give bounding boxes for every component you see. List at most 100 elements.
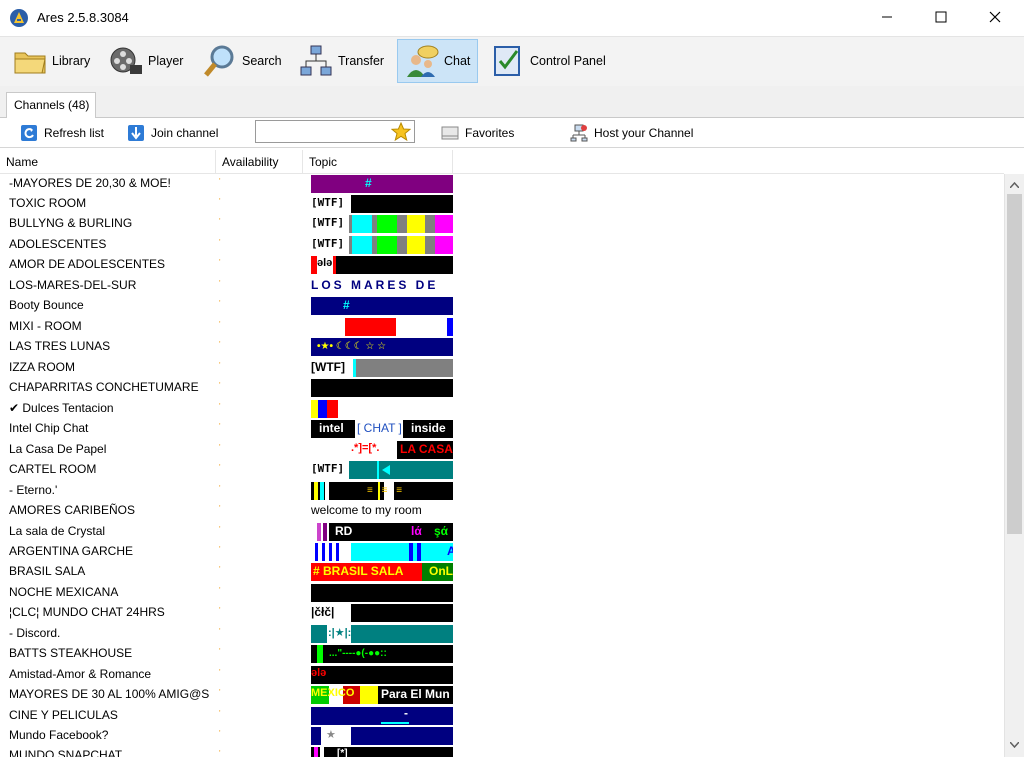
star-icon[interactable] <box>391 122 411 142</box>
table-row[interactable]: MIXI - ROOM ' <box>0 317 1004 337</box>
channel-topic <box>311 317 453 337</box>
close-button[interactable] <box>972 0 1018 34</box>
topic-text: [WTF] <box>311 462 345 475</box>
column-header-availability[interactable]: Availability <box>216 150 303 174</box>
refresh-list-button[interactable]: Refresh list <box>20 122 104 144</box>
channel-name: ADOLESCENTES <box>9 237 107 251</box>
availability-indicator: ' <box>219 709 221 718</box>
channel-topic: :|★|: <box>311 624 453 644</box>
table-row[interactable]: Intel Chip Chat ' intel [ CHAT ] inside <box>0 419 1004 439</box>
channel-topic: [*] <box>311 746 453 757</box>
availability-indicator: ' <box>219 258 221 267</box>
channel-name: BRASIL SALA <box>9 564 86 578</box>
channel-name: La Casa De Papel <box>9 442 107 456</box>
toolbar-transfer-button[interactable]: Transfer <box>292 39 390 83</box>
table-row[interactable]: LAS TRES LUNAS ' •★• ☾☾☾ ☆ ☆ <box>0 337 1004 357</box>
table-row[interactable]: TOXIC ROOM ' [WTF] <box>0 194 1004 214</box>
channel-topic <box>311 583 453 603</box>
table-row[interactable]: ✔ Dulces Tentacion ' <box>0 399 1004 419</box>
topic-text: A <box>447 544 453 558</box>
scroll-down-button[interactable] <box>1005 736 1024 753</box>
tab-channels[interactable]: Channels (48) <box>6 92 96 119</box>
chat-users-icon <box>407 45 439 77</box>
table-row[interactable]: BULLYNG & BURLING ' [WTF] <box>0 214 1004 234</box>
availability-indicator: ' <box>219 545 221 554</box>
table-row[interactable]: BATTS STEAKHOUSE ' ..."----●(-●●:: <box>0 644 1004 664</box>
channel-topic: ələ <box>311 665 453 685</box>
availability-indicator: ' <box>219 320 221 329</box>
table-row[interactable]: AMORES CARIBEÑOS ' welcome to my room <box>0 501 1004 521</box>
channel-topic: ★ <box>311 726 453 746</box>
channel-topic <box>311 378 453 398</box>
table-row[interactable]: -MAYORES DE 20,30 & MOE! ' # <box>0 174 1004 194</box>
channel-name: -MAYORES DE 20,30 & MOE! <box>9 176 171 190</box>
toolbar-player-button[interactable]: Player <box>102 39 189 83</box>
table-row[interactable]: IZZA ROOM ' [WTF] <box>0 358 1004 378</box>
maximize-icon <box>935 11 947 23</box>
channel-topic: - <box>311 706 453 726</box>
topic-text-c: inside <box>411 421 446 435</box>
table-row[interactable]: Booty Bounce ' # <box>0 296 1004 316</box>
table-row[interactable]: ADOLESCENTES ' [WTF] <box>0 235 1004 255</box>
table-row[interactable]: Amistad-Amor & Romance ' ələ <box>0 665 1004 685</box>
favorites-button[interactable]: Favorites <box>441 122 514 144</box>
table-row[interactable]: BRASIL SALA ' # BRASIL SALA OnL <box>0 562 1004 582</box>
main-toolbar: Library Player Search Transfer Chat Cont… <box>0 36 1024 86</box>
topic-text-b: Para El Mun <box>381 687 450 701</box>
toolbar-chat-button[interactable]: Chat <box>397 39 478 83</box>
title-bar: Ares 2.5.8.3084 <box>0 0 1024 36</box>
table-row[interactable]: - Discord. ' :|★|: <box>0 624 1004 644</box>
table-row[interactable]: Mundo Facebook? ' ★ <box>0 726 1004 746</box>
table-row[interactable]: CINE Y PELICULAS ' - <box>0 706 1004 726</box>
toolbar-search-label: Search <box>242 54 282 68</box>
table-row[interactable]: CARTEL ROOM ' [WTF] <box>0 460 1004 480</box>
table-row[interactable]: AMOR DE ADOLESCENTES ' ələ <box>0 255 1004 275</box>
table-row[interactable]: La Casa De Papel ' .*]=[*. LA CASA <box>0 440 1004 460</box>
topic-text-b: lά <box>411 524 422 538</box>
toolbar-search-button[interactable]: Search <box>196 39 288 83</box>
minimize-button[interactable] <box>864 0 910 34</box>
arrow-down-icon <box>128 125 144 141</box>
table-row[interactable]: MAYORES DE 30 AL 100% AMIG@S ' MEXICO Pa… <box>0 685 1004 705</box>
topic-text: ələ <box>317 257 333 269</box>
tab-strip: Channels (48) <box>0 86 1024 119</box>
scroll-thumb[interactable] <box>1007 194 1022 534</box>
join-channel-button[interactable]: Join channel <box>127 122 218 144</box>
table-row[interactable]: NOCHE MEXICANA ' <box>0 583 1004 603</box>
toolbar-control-panel-label: Control Panel <box>530 54 606 68</box>
table-row[interactable]: - Eterno.' ' ≡ ≡ ≡ <box>0 481 1004 501</box>
column-header-name[interactable]: Name <box>0 150 216 174</box>
vertical-scrollbar[interactable] <box>1004 174 1024 757</box>
table-row[interactable]: ARGENTINA GARCHE ' A <box>0 542 1004 562</box>
channel-search-input[interactable] <box>255 120 415 143</box>
table-row[interactable]: LOS-MARES-DEL-SUR ' LOS MARES DE <box>0 276 1004 296</box>
toolbar-library-button[interactable]: Library <box>6 39 96 83</box>
host-channel-button[interactable]: Host your Channel <box>570 122 693 144</box>
maximize-button[interactable] <box>918 0 964 34</box>
channel-name: Mundo Facebook? <box>9 728 109 742</box>
topic-text: [*] <box>337 748 348 757</box>
favorites-label: Favorites <box>465 126 515 140</box>
table-row[interactable]: ¦CLC¦ MUNDO CHAT 24HRS ' |čłč| <box>0 603 1004 623</box>
channel-name: TOXIC ROOM <box>9 196 87 210</box>
channel-name: MIXI - ROOM <box>9 319 82 333</box>
channel-topic: .*]=[*. LA CASA <box>311 440 453 460</box>
toolbar-control-panel-button[interactable]: Control Panel <box>484 39 612 83</box>
channel-name: BULLYNG & BURLING <box>9 216 133 230</box>
channel-name: ARGENTINA GARCHE <box>9 544 134 558</box>
channel-name: NOCHE MEXICANA <box>9 585 119 599</box>
channel-topic: # BRASIL SALA OnL <box>311 562 453 582</box>
table-row[interactable]: MUNDO SNAPCHAT ' [*] <box>0 746 1004 757</box>
availability-indicator: ' <box>219 729 221 738</box>
topic-text: :|★|: <box>328 627 352 639</box>
scroll-up-button[interactable] <box>1005 176 1024 193</box>
topic-text-c: şά <box>434 524 449 538</box>
table-row[interactable]: CHAPARRITAS CONCHETUMARE ' <box>0 378 1004 398</box>
channel-name: La sala de Crystal <box>9 524 106 538</box>
topic-text: ..."----●(-●●:: <box>329 648 387 659</box>
channel-topic: ..."----●(-●●:: <box>311 644 453 664</box>
table-row[interactable]: La sala de Crystal ' RD lά şά <box>0 522 1004 542</box>
column-header-topic[interactable]: Topic <box>303 150 453 174</box>
availability-indicator: ' <box>219 361 221 370</box>
channel-topic: MEXICO Para El Mun <box>311 685 453 705</box>
